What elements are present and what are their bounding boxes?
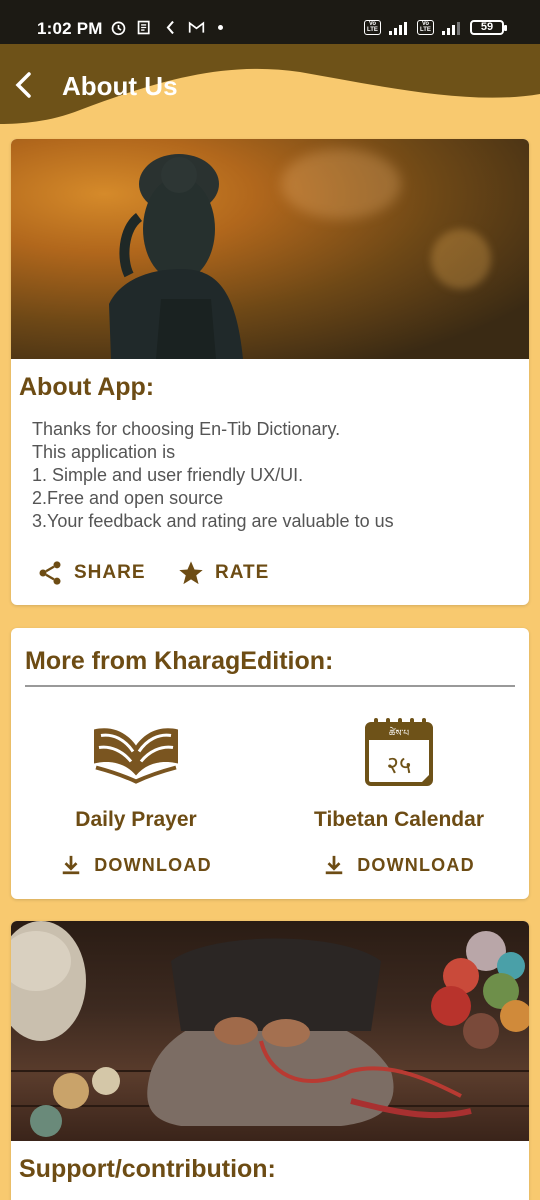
- weaving-image: [11, 921, 529, 1141]
- app-name: Tibetan Calendar: [314, 808, 484, 831]
- about-line: Thanks for choosing En-Tib Dictionary.: [32, 419, 341, 439]
- more-notifications-dot: [218, 25, 223, 30]
- status-notification-icons: [110, 19, 223, 36]
- app-tibetan-calendar: ཚེས་པ २५ Tibetan Calendar DOWNLOAD: [279, 716, 519, 881]
- buddha-image: [11, 139, 529, 359]
- app-bar: About Us: [0, 44, 540, 134]
- share-button[interactable]: SHARE: [36, 559, 146, 587]
- about-line: 1. Simple and user friendly UX/UI.: [32, 465, 304, 485]
- news-icon: [137, 20, 150, 35]
- about-app-description: Thanks for choosing En-Tib Dictionary. T…: [32, 418, 394, 533]
- signal-icon-2: [442, 21, 460, 35]
- signal-icon: [389, 21, 407, 35]
- calendar-day-text: २५: [387, 751, 412, 779]
- open-book-hands-icon[interactable]: [91, 716, 181, 791]
- support-title: Support/contribution:: [19, 1155, 276, 1183]
- rate-button[interactable]: RATE: [177, 559, 269, 587]
- support-card: Support/contribution:: [11, 921, 529, 1200]
- alarm-icon: [111, 21, 126, 36]
- volte-icon-2: Vo LTE: [417, 20, 434, 35]
- volte-icon: Vo LTE: [364, 20, 381, 35]
- download-button[interactable]: DOWNLOAD: [60, 854, 212, 876]
- rate-label: RATE: [215, 562, 270, 583]
- status-bar: 1:02 PM Vo LTE Vo LTE 59: [0, 0, 540, 44]
- app-daily-prayer: Daily Prayer DOWNLOAD: [16, 716, 256, 881]
- download-icon: [62, 855, 80, 875]
- about-line: This application is: [32, 442, 176, 462]
- back-arrow-icon[interactable]: [12, 70, 36, 100]
- download-icon: [325, 855, 343, 875]
- calendar-icon[interactable]: ཚེས་པ २५: [354, 716, 444, 791]
- about-line: 3.Your feedback and rating are valuable …: [32, 511, 394, 531]
- star-icon: [179, 561, 203, 585]
- gmail-icon: [188, 21, 205, 33]
- more-apps-card: More from KharagEdition: Daily Prayer DO…: [11, 628, 529, 899]
- download-label: DOWNLOAD: [357, 854, 475, 875]
- download-label: DOWNLOAD: [94, 854, 212, 875]
- status-time: 1:02 PM: [37, 19, 103, 38]
- moon-icon: [166, 20, 174, 35]
- page-title: About Us: [62, 71, 178, 101]
- download-button[interactable]: DOWNLOAD: [323, 854, 475, 876]
- about-app-title: About App:: [19, 373, 155, 401]
- status-system-icons: Vo LTE Vo LTE 59: [364, 20, 507, 35]
- share-label: SHARE: [74, 562, 146, 583]
- app-name: Daily Prayer: [75, 808, 197, 831]
- battery-icon: 59: [470, 20, 507, 35]
- about-line: 2.Free and open source: [32, 488, 224, 508]
- more-apps-title: More from KharagEdition:: [25, 647, 334, 675]
- share-icon: [39, 561, 61, 585]
- divider: [25, 685, 515, 687]
- about-app-card: About App: Thanks for choosing En-Tib Di…: [11, 139, 529, 605]
